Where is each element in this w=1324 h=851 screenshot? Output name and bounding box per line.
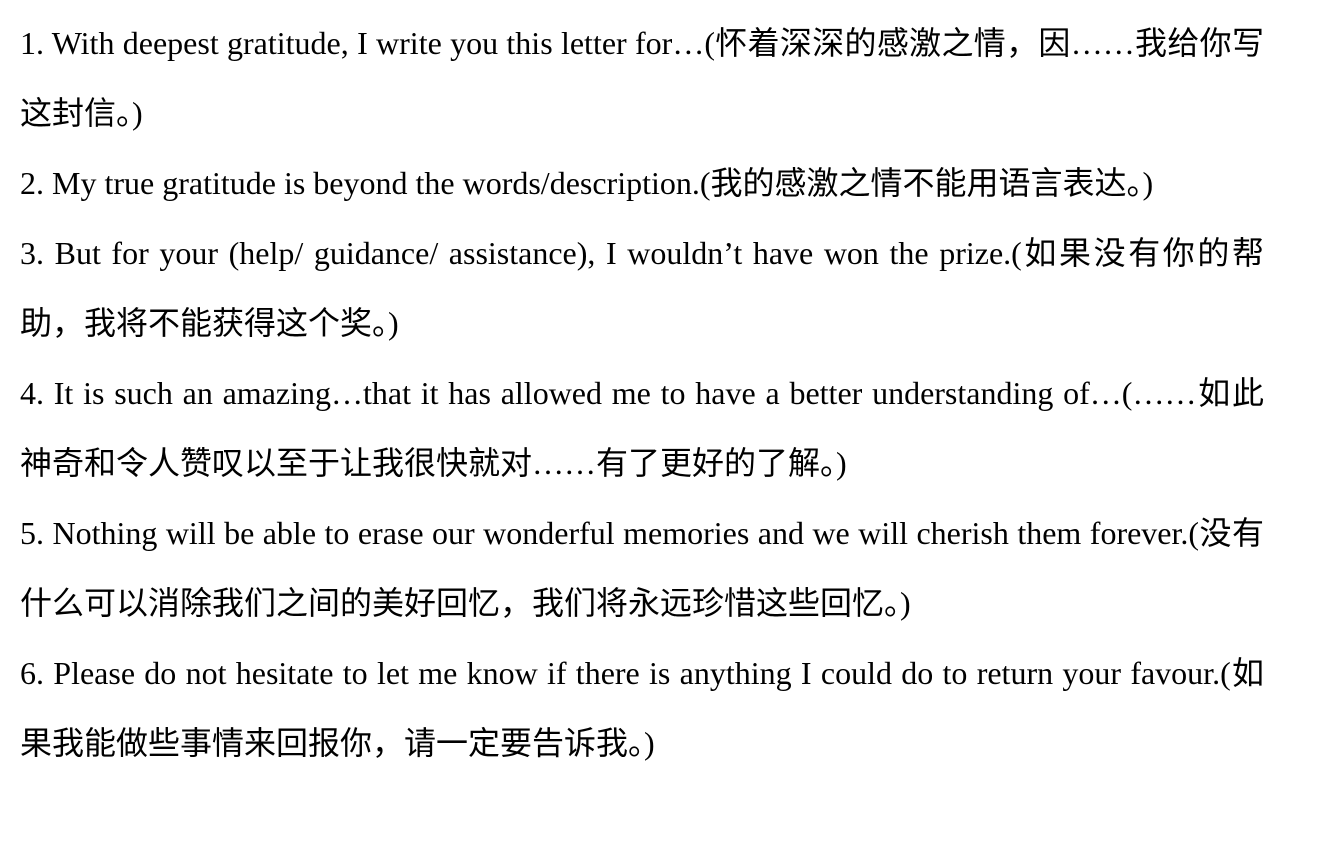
sentence-item-2: 2. My true gratitude is beyond the words… [20,165,1154,201]
sentence-item-3: 3. But for your (help/ guidance/ assista… [20,235,1264,341]
document-page: 1. With deepest gratitude, I write you t… [0,0,1324,851]
sentence-item-6: 6. Please do not hesitate to let me know… [20,655,1264,761]
sentence-item-5: 5. Nothing will be able to erase our won… [20,515,1264,621]
sentence-item-4: 4. It is such an amazing…that it has all… [20,375,1264,481]
sentence-item-1: 1. With deepest gratitude, I write you t… [20,25,1264,131]
